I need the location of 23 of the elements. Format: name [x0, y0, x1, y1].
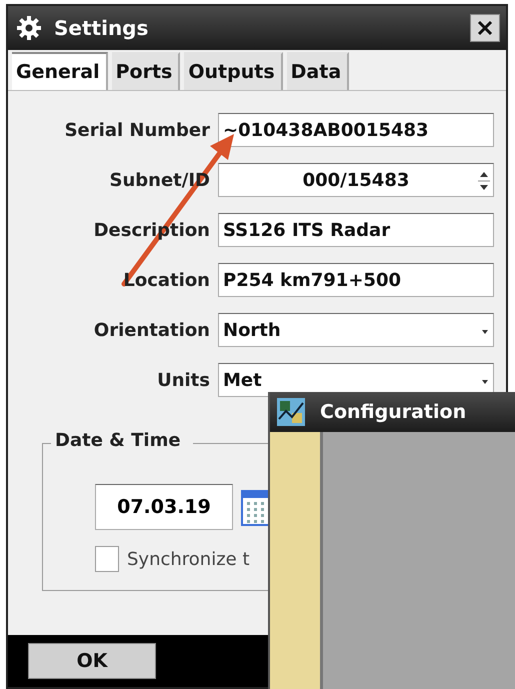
field-label: Serial Number — [64, 120, 210, 140]
field-label: Units — [156, 370, 210, 390]
app-icon — [276, 397, 306, 427]
input-field[interactable]: SS126 ITS Radar — [218, 213, 494, 247]
input-field[interactable]: ~010438AB0015483 — [218, 113, 494, 147]
date-field[interactable]: 07.03.19 — [95, 484, 233, 530]
tab[interactable]: Outputs — [184, 52, 283, 90]
tab[interactable]: Data — [286, 52, 350, 90]
dropdown-field[interactable]: North — [218, 313, 494, 347]
close-icon — [477, 20, 493, 36]
input-field[interactable]: P254 km791+500 — [218, 263, 494, 297]
window-title: Configuration — [320, 401, 466, 423]
checkbox[interactable] — [95, 546, 119, 572]
gear-icon — [16, 15, 42, 41]
field-label: Orientation — [92, 320, 210, 340]
calendar-icon[interactable] — [241, 487, 271, 527]
tab[interactable]: General — [12, 52, 108, 90]
window-title: Settings — [54, 16, 150, 40]
close-button[interactable] — [470, 14, 500, 42]
checkbox-label: Synchronize t — [127, 548, 250, 570]
spinner-field[interactable]: 000/15483 — [218, 163, 494, 197]
tab[interactable]: Ports — [112, 52, 180, 90]
ok-button[interactable]: OK — [28, 643, 156, 679]
